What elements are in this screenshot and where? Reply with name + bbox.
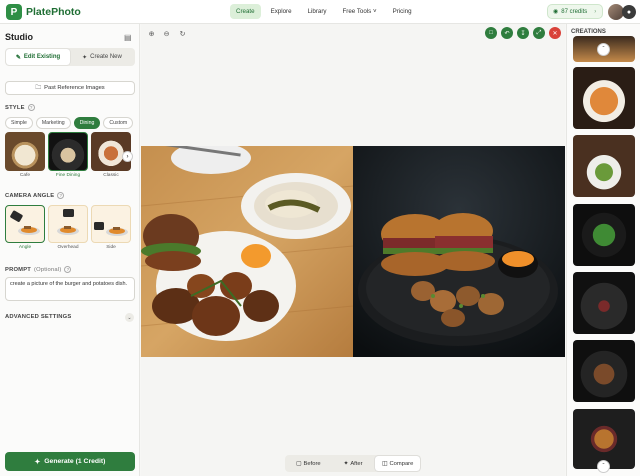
- creations-title: CREATIONS: [571, 29, 606, 35]
- chevron-up-icon[interactable]: ˆ: [597, 43, 610, 56]
- pencil-icon: ✎: [15, 54, 21, 61]
- credits-badge[interactable]: ◉ 87 credits ›: [547, 4, 603, 19]
- compare-icon: ◫: [382, 460, 388, 467]
- angle-option-overhead[interactable]: Overhead: [48, 205, 88, 250]
- creation-thumbnail[interactable]: [573, 204, 635, 266]
- creations-sidebar: CREATIONS ˆ ˇ: [566, 24, 640, 476]
- expand-icon[interactable]: ⤢: [533, 27, 545, 39]
- info-icon[interactable]: ?: [57, 192, 65, 199]
- angle-option-side[interactable]: Side: [91, 205, 131, 250]
- sparkle-icon: ✦: [343, 460, 349, 467]
- style-tab-dining[interactable]: Dining: [73, 117, 101, 129]
- sparkle-icon: ✦: [82, 54, 88, 61]
- camera-angle-illustration: [48, 205, 88, 243]
- style-label: STYLE: [5, 104, 25, 111]
- nav-free-tools[interactable]: Free Tools ˅: [336, 4, 382, 19]
- image-canvas: ⊕ ⊖ ↻ □ ↶ ↧ ⤢ ✕ ▢ Before ✦ After ◫ Compa…: [140, 24, 565, 476]
- prompt-section-label: PROMPT (Optional) ?: [5, 266, 72, 273]
- generate-label: Generate (1 Credit): [44, 458, 106, 465]
- generate-button[interactable]: ✦ Generate (1 Credit): [5, 452, 135, 471]
- nav-explore[interactable]: Explore: [265, 4, 298, 19]
- coins-icon: ◉: [553, 9, 559, 15]
- style-option-label: Fine Dining: [55, 173, 81, 178]
- mode-toggle: ✎ Edit Existing ✦ Create New: [5, 48, 135, 66]
- creation-thumbnail[interactable]: [573, 67, 635, 129]
- creation-thumbnail[interactable]: [573, 135, 635, 197]
- download-icon[interactable]: ↧: [517, 27, 529, 39]
- info-icon[interactable]: ?: [64, 266, 72, 273]
- comment-icon[interactable]: □: [485, 27, 497, 39]
- view-after-label: After: [350, 460, 363, 467]
- panel-title: Studio: [5, 32, 33, 42]
- chevron-down-icon[interactable]: ⌄: [125, 313, 134, 322]
- view-mode-toggle: ▢ Before ✦ After ◫ Compare: [285, 455, 421, 472]
- view-after-button[interactable]: ✦ After: [331, 456, 376, 471]
- camera-angle-section-label: CAMERA ANGLE ?: [5, 192, 65, 199]
- view-before-button[interactable]: ▢ Before: [286, 456, 331, 471]
- zoom-out-icon[interactable]: ⊖: [161, 28, 172, 39]
- studio-panel: Studio ▤ ✎ Edit Existing ✦ Create New 🗀 …: [0, 24, 140, 476]
- logo-mark-icon: P: [6, 4, 22, 20]
- main-nav: Create Explore Library Free Tools ˅ Pric…: [230, 4, 418, 19]
- view-compare-button[interactable]: ◫ Compare: [375, 456, 421, 471]
- folder-icon: 🗀: [35, 85, 42, 91]
- past-reference-label: Past Reference Images: [44, 85, 105, 91]
- style-option-cafe[interactable]: Cafe: [5, 132, 45, 178]
- style-option-label: Cafe: [19, 173, 31, 178]
- camera-angle-illustration: [91, 205, 131, 243]
- edit-existing-button[interactable]: ✎ Edit Existing: [6, 49, 70, 65]
- chevron-right-icon[interactable]: ›: [122, 151, 133, 162]
- zoom-in-icon[interactable]: ⊕: [146, 28, 157, 39]
- chevron-right-icon: ›: [594, 8, 597, 15]
- nav-create[interactable]: Create: [230, 4, 261, 19]
- angle-option-label: Overhead: [57, 245, 79, 250]
- sparkle-icon: ✦: [34, 458, 41, 466]
- edit-existing-label: Edit Existing: [23, 54, 61, 60]
- prompt-optional-label: (Optional): [34, 266, 62, 273]
- angle-option-label: Angle: [18, 245, 32, 250]
- prompt-textarea[interactable]: create a picture of the burger and potat…: [5, 277, 135, 301]
- create-new-button[interactable]: ✦ Create New: [70, 49, 134, 65]
- style-option-fine-dining[interactable]: Fine Dining: [48, 132, 88, 178]
- style-options: Cafe Fine Dining Classic: [5, 132, 131, 178]
- camera-angle-illustration: [5, 205, 45, 243]
- after-image[interactable]: [353, 146, 565, 357]
- angle-option-angle[interactable]: Angle: [5, 205, 45, 250]
- undo-icon[interactable]: ↶: [501, 27, 513, 39]
- style-preview-image: [5, 132, 45, 171]
- camera-angle-options: Angle Overhead Side: [5, 205, 131, 250]
- info-icon[interactable]: ?: [27, 104, 35, 111]
- close-icon[interactable]: ✕: [549, 27, 561, 39]
- collapse-panel-icon[interactable]: ▤: [124, 33, 132, 42]
- notification-badge[interactable]: ●: [622, 5, 636, 19]
- camera-angle-label: CAMERA ANGLE: [5, 192, 55, 199]
- style-tab-custom[interactable]: Custom: [103, 117, 134, 129]
- style-preview-image: [48, 132, 88, 171]
- style-option-label: Classic: [103, 173, 119, 178]
- style-tab-marketing[interactable]: Marketing: [35, 117, 71, 129]
- credits-label: 87 credits: [561, 8, 588, 15]
- reset-icon[interactable]: ↻: [177, 28, 188, 39]
- nav-library[interactable]: Library: [302, 4, 333, 19]
- creation-thumbnail[interactable]: [573, 340, 635, 402]
- create-new-label: Create New: [90, 54, 122, 60]
- prompt-label: PROMPT: [5, 266, 31, 273]
- before-image[interactable]: [140, 142, 354, 357]
- nav-pricing[interactable]: Pricing: [387, 4, 418, 19]
- logo[interactable]: P PlatePhoto: [6, 4, 81, 20]
- style-section-label: STYLE ?: [5, 104, 35, 111]
- style-tab-simple[interactable]: Simple: [5, 117, 33, 129]
- image-icon: ▢: [296, 460, 302, 467]
- logo-text: PlatePhoto: [26, 6, 81, 18]
- view-before-label: Before: [303, 460, 321, 467]
- view-compare-label: Compare: [389, 460, 414, 467]
- style-tabs: Simple Marketing Dining Custom: [5, 117, 134, 129]
- chevron-down-icon[interactable]: ˇ: [597, 460, 610, 473]
- advanced-settings-label[interactable]: ADVANCED SETTINGS: [5, 314, 71, 320]
- creation-thumbnail[interactable]: [573, 272, 635, 334]
- top-nav: P PlatePhoto Create Explore Library Free…: [0, 0, 640, 24]
- angle-option-label: Side: [106, 245, 116, 250]
- past-reference-images-button[interactable]: 🗀 Past Reference Images: [5, 81, 135, 95]
